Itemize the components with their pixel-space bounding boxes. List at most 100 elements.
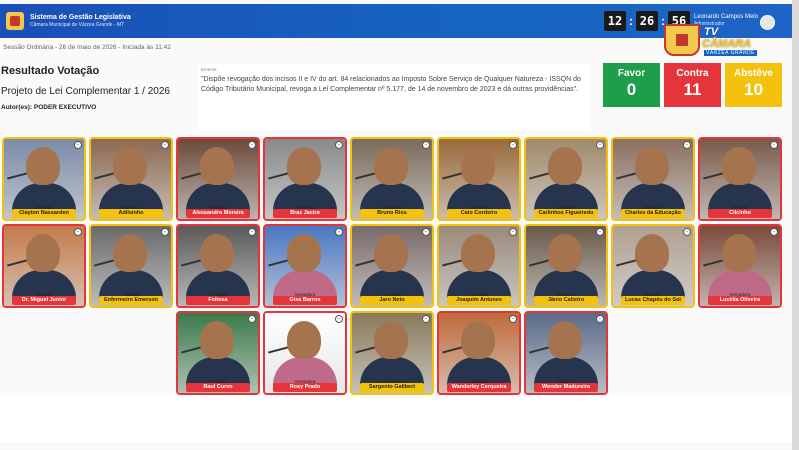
- vote-status-icon: −: [74, 141, 82, 149]
- member-name: Alessandro Moreira: [186, 209, 250, 218]
- member-name: Enfermeiro Emerson: [99, 296, 163, 305]
- member-face: [635, 147, 669, 185]
- member-name: Charles da Educação: [621, 209, 685, 218]
- vote-status-icon: −: [335, 141, 343, 149]
- member-name: Dr. Miguel Junior: [12, 296, 76, 305]
- vote-status-icon: −: [596, 228, 604, 236]
- member-card[interactable]: − Vereadora Gisa Barros: [263, 224, 347, 308]
- member-card[interactable]: − Vereador Braz Jacíro: [263, 137, 347, 221]
- member-face: [461, 321, 495, 359]
- member-name: Feitosa: [186, 296, 250, 305]
- tv-city-label: VÁRZEA GRANDE: [704, 50, 758, 56]
- vote-status-icon: −: [335, 228, 343, 236]
- member-face: [200, 147, 234, 185]
- ementa-label: Ementa: [201, 67, 217, 72]
- member-card[interactable]: − Vereador Alessandro Moreira: [176, 137, 260, 221]
- member-card[interactable]: − Vereador Jaro Neto: [350, 224, 434, 308]
- tally-favor-label: Favor: [617, 68, 646, 79]
- member-card[interactable]: − Vereador Enfermeiro Emerson: [89, 224, 173, 308]
- member-face: [635, 234, 669, 272]
- member-card[interactable]: − Vereador Dr. Miguel Junior: [2, 224, 86, 308]
- vote-status-icon: −: [248, 315, 256, 323]
- member-face: [287, 321, 321, 359]
- member-card[interactable]: − Vereador Wanderley Cerqueira: [437, 311, 521, 395]
- tally-abstencao-label: Abstêve: [734, 68, 773, 79]
- member-name: Sargento Galibert: [360, 383, 424, 392]
- tally-contra-count: 11: [683, 80, 702, 99]
- vote-status-icon: −: [161, 228, 169, 236]
- vote-status-icon: −: [683, 141, 691, 149]
- member-card[interactable]: − Vereador Adilsinho: [89, 137, 173, 221]
- member-card[interactable]: − Vereador Bruno Rios: [350, 137, 434, 221]
- vote-status-icon: −: [248, 228, 256, 236]
- member-face: [461, 147, 495, 185]
- member-face: [26, 234, 60, 272]
- member-card[interactable]: − Vereador Cilcinho: [698, 137, 782, 221]
- member-name: Rosy Prado: [273, 383, 337, 392]
- member-name: Raul Curvo: [186, 383, 250, 392]
- member-name: Lucélia Oliveira: [708, 296, 772, 305]
- clock-hours: 12: [604, 11, 626, 31]
- member-name: Bruno Rios: [360, 209, 424, 218]
- member-face: [722, 234, 756, 272]
- member-card[interactable]: − Vereador Wender Madureira: [524, 311, 608, 395]
- vote-status-icon: −: [509, 315, 517, 323]
- vote-status-icon: −: [248, 141, 256, 149]
- tv-camara-label: CÂMARA: [702, 38, 751, 50]
- vote-status-icon: −: [74, 228, 82, 236]
- member-card[interactable]: − Vereador Clayton Nassarden: [2, 137, 86, 221]
- footer-area: [0, 396, 792, 442]
- member-card[interactable]: − Vereador Raul Curvo: [176, 311, 260, 395]
- city-crest-icon: [664, 24, 700, 56]
- member-card[interactable]: − Vereadora Rosy Prado: [263, 311, 347, 395]
- member-face: [722, 147, 756, 185]
- member-face: [548, 147, 582, 185]
- member-card[interactable]: − Vereador Carlinhos Figueiredo: [524, 137, 608, 221]
- member-face: [461, 234, 495, 272]
- vote-status-icon: −: [683, 228, 691, 236]
- member-face: [113, 234, 147, 272]
- app-window: Sistema de Gestão Legislativa Câmara Mun…: [0, 0, 799, 450]
- tally-favor: Favor 0: [603, 63, 660, 107]
- member-name: Clayton Nassarden: [12, 209, 76, 218]
- tally-favor-count: 0: [626, 80, 637, 99]
- tv-camara-logo: TV CÂMARA VÁRZEA GRANDE: [664, 24, 764, 58]
- vote-status-icon: −: [596, 141, 604, 149]
- member-name: Adilsinho: [99, 209, 163, 218]
- member-card[interactable]: − Vereadora Lucélia Oliveira: [698, 224, 782, 308]
- member-card[interactable]: − Vereador Sargento Galibert: [350, 311, 434, 395]
- vote-status-icon: −: [422, 141, 430, 149]
- member-name: Jaro Neto: [360, 296, 424, 305]
- vote-status-icon: −: [509, 141, 517, 149]
- tally-abstencao: Abstêve 10: [725, 63, 782, 107]
- member-card[interactable]: − Vereador Charles da Educação: [611, 137, 695, 221]
- bill-author: Autor(es): PODER EXECUTIVO: [1, 104, 97, 111]
- member-name: Cilcinho: [708, 209, 772, 218]
- system-branding: Sistema de Gestão Legislativa Câmara Mun…: [30, 14, 131, 28]
- member-card[interactable]: − Vereador Lucas Chapéu do Sol: [611, 224, 695, 308]
- vote-status-icon: −: [422, 228, 430, 236]
- member-face: [287, 147, 321, 185]
- member-card[interactable]: − Vereador Feitosa: [176, 224, 260, 308]
- member-name: Wanderley Cerqueira: [447, 383, 511, 392]
- vote-status-icon: −: [509, 228, 517, 236]
- member-card[interactable]: − Vereador Jânio Calistro: [524, 224, 608, 308]
- member-name: Jânio Calistro: [534, 296, 598, 305]
- vote-status-icon: −: [335, 315, 343, 323]
- member-face: [374, 234, 408, 272]
- page-title: Resultado Votação: [1, 65, 100, 77]
- member-face: [548, 321, 582, 359]
- session-info: Sessão Ordinária - 26 de maio de 2026 - …: [3, 44, 171, 51]
- member-name: Gisa Barros: [273, 296, 337, 305]
- system-title: Sistema de Gestão Legislativa: [30, 14, 131, 21]
- tally-abstencao-count: 10: [744, 80, 763, 99]
- member-face: [548, 234, 582, 272]
- member-face: [200, 234, 234, 272]
- vote-status-icon: −: [596, 315, 604, 323]
- user-name: Leonardo Campos Melo: [694, 14, 759, 20]
- member-card[interactable]: − Vereador Caio Cordeiro: [437, 137, 521, 221]
- window-edge: [792, 0, 799, 450]
- municipal-crest-icon: [6, 12, 24, 30]
- tally-contra-label: Contra: [676, 68, 709, 79]
- member-card[interactable]: − Vereador Joaquim Antunes: [437, 224, 521, 308]
